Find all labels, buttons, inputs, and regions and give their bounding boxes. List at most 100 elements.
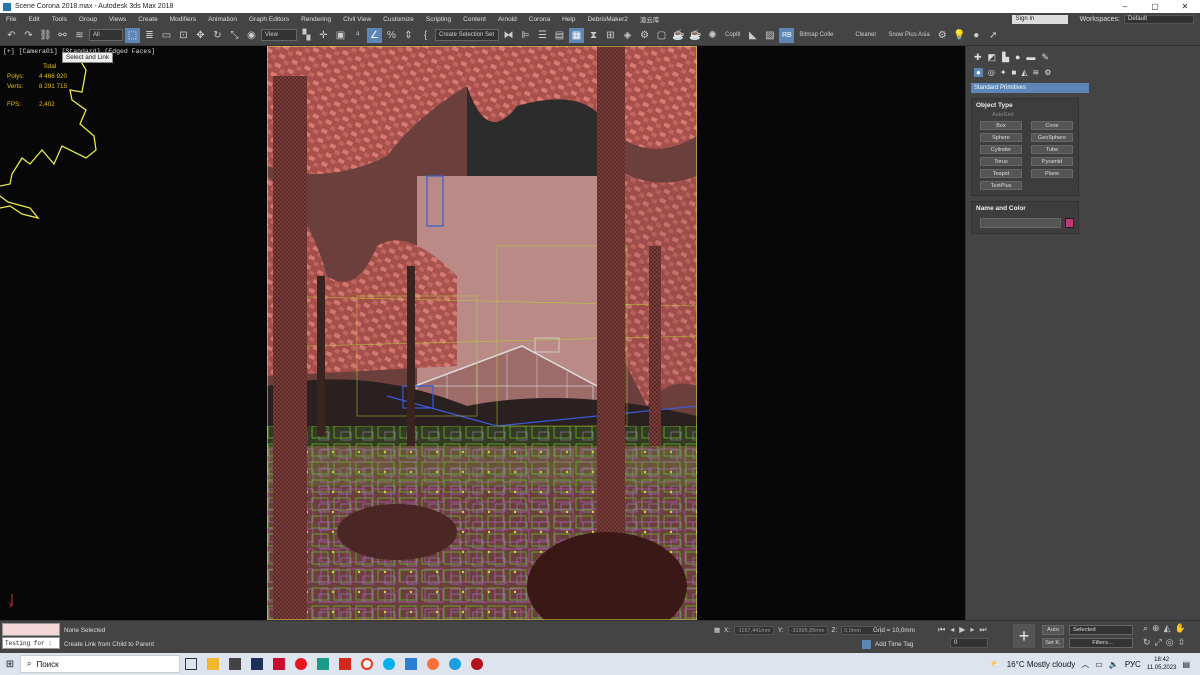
cleaner-button[interactable]: Cleaner [852,32,879,38]
walkthrough-icon[interactable]: ◎ [1166,637,1174,648]
cylinder-button[interactable]: Cylinder [980,145,1022,154]
render-icon[interactable]: ☕ [671,28,686,43]
zoom-icon[interactable]: ⌕ [1143,623,1148,634]
3dsmax-icon[interactable] [312,653,334,675]
systems-icon[interactable]: ⚙ [1044,68,1051,77]
redo-icon[interactable]: ↷ [21,28,36,43]
menu-views[interactable]: Views [103,16,132,23]
named-selection-dropdown[interactable]: Create Selection Set [435,29,499,41]
y-coordinate[interactable]: -31995,85mm [787,626,828,635]
menu-arnold[interactable]: Arnold [492,16,523,23]
hierarchy-tab-icon[interactable]: ▙ [1002,52,1009,63]
render-setup-icon[interactable]: ⚙ [637,28,652,43]
menu-debrismaker[interactable]: DebrisMaker2 [581,16,633,23]
menu-modifiers[interactable]: Modifiers [164,16,202,23]
viewport-right-padding[interactable] [697,46,965,620]
edge-icon[interactable] [444,653,466,675]
field-of-view-icon[interactable]: ◭ [1164,623,1171,634]
menu-corona[interactable]: Corona [523,16,556,23]
autocad-icon[interactable] [268,653,290,675]
minimize-button[interactable]: – [1110,2,1140,11]
add-time-tag[interactable]: Add Time Tag [862,640,913,649]
language-indicator[interactable]: РУС [1125,660,1141,669]
viewport-left-padding[interactable]: y [0,46,267,620]
maximize-button[interactable]: ▢ [1140,2,1170,11]
cameras-icon[interactable]: ■ [1012,68,1017,77]
close-button[interactable]: ✕ [1170,2,1200,11]
workspace-select[interactable]: Default [1124,14,1194,24]
firefox-icon[interactable] [422,653,444,675]
yandex-browser-icon[interactable] [356,653,378,675]
menu-graph-editors[interactable]: Graph Editors [243,16,295,23]
mirror-icon[interactable]: ⧓ [501,28,516,43]
tube-button[interactable]: Tube [1031,145,1073,154]
rect-selection-icon[interactable]: ▭ [159,28,174,43]
menu-content[interactable]: Content [457,16,492,23]
display-tab-icon[interactable]: ▬ [1026,52,1035,63]
menu-renderbus[interactable]: 渲云库 [634,14,666,24]
file-explorer-icon[interactable] [202,653,224,675]
object-name-input[interactable] [980,218,1062,228]
angle-snap-icon[interactable]: ∠ [367,27,382,43]
scale-icon[interactable]: ⤡ [227,28,242,43]
key-filters-button[interactable]: Filters... [1069,638,1133,648]
reference-coord-dropdown[interactable]: View [261,29,297,41]
menu-rendering[interactable]: Rendering [295,16,337,23]
set-key-button[interactable]: Set K. [1042,638,1064,648]
snow-plus-button[interactable]: Snow Plus Asia [885,32,932,38]
move-icon[interactable]: ✥ [193,28,208,43]
curve-editor-icon[interactable]: ⧗ [586,28,601,43]
key-mode-dropdown[interactable]: Selected [1069,625,1133,635]
weather-text[interactable]: 16°C Mostly cloudy [1007,660,1076,669]
dolly-icon[interactable]: ⇳ [1178,637,1186,648]
create-tab-icon[interactable]: ✚ [974,52,982,63]
percent-snap-icon[interactable]: % [384,28,399,43]
pan-icon[interactable]: ✋ [1175,623,1186,634]
maxscript-input[interactable]: Testing for : [2,637,60,649]
next-frame-icon[interactable]: ▸ [970,625,974,635]
cone-button[interactable]: Cone [1031,121,1073,130]
unlink-icon[interactable]: ⚯ [55,28,70,43]
geosphere-button[interactable]: GeoSphere [1031,133,1073,142]
bitmap-collector-button[interactable]: Bitmap Colle [796,32,836,38]
app-red-icon[interactable] [466,653,488,675]
spline-icon[interactable]: ➚ [986,28,1001,43]
start-button-icon[interactable]: ⊞ [0,659,20,670]
copitl-button[interactable]: Copitl [722,32,743,38]
modify-tab-icon[interactable]: ◩ [988,52,997,63]
x-coordinate[interactable]: -1167,441mm [733,626,774,635]
maxscript-listener-output[interactable] [2,623,60,636]
weather-icon[interactable]: ⛅ [991,660,1001,669]
bind-space-warp-icon[interactable]: ≋ [72,28,87,43]
undo-icon[interactable]: ↶ [4,28,19,43]
window-crossing-icon[interactable]: ⊡ [176,28,191,43]
primitive-type-dropdown[interactable]: Standard Primitives [971,83,1089,93]
menu-scripting[interactable]: Scripting [420,16,457,23]
menu-group[interactable]: Group [73,16,103,23]
utilities-tab-icon[interactable]: ✎ [1041,52,1049,63]
menu-create[interactable]: Create [132,16,164,23]
helpers-icon[interactable]: ◭ [1021,68,1027,77]
place-icon[interactable]: ◉ [244,28,259,43]
textplus-button[interactable]: TextPlus [980,181,1022,190]
skype-icon[interactable] [378,653,400,675]
current-frame-input[interactable]: 0 [950,638,988,648]
layer-explorer-icon[interactable]: ☰ [535,28,550,43]
corona-render-icon[interactable]: ✺ [705,28,720,43]
script-tool-icon[interactable]: ◣ [745,28,760,43]
camera-viewport[interactable] [267,46,697,620]
volume-icon[interactable]: 🔈 [1109,660,1119,669]
spacewarps-icon[interactable]: ≋ [1033,68,1040,77]
auto-key-button[interactable]: Auto [1042,625,1064,635]
acrobat-icon[interactable] [334,653,356,675]
taskbar-search[interactable]: ⌕ Поиск [20,655,180,673]
plugin-icon[interactable]: ⚙ [935,28,950,43]
zoom-all-icon[interactable]: ⊕ [1152,623,1160,634]
set-key-icon[interactable]: + [1013,624,1035,648]
geometry-icon[interactable]: ● [974,68,983,77]
play-icon[interactable]: ▶ [959,625,965,635]
pivot-icon[interactable]: ▚ [299,28,314,43]
menu-tools[interactable]: Tools [46,16,73,23]
photos-icon[interactable] [400,653,422,675]
notifications-icon[interactable]: ▤ [1182,660,1190,669]
